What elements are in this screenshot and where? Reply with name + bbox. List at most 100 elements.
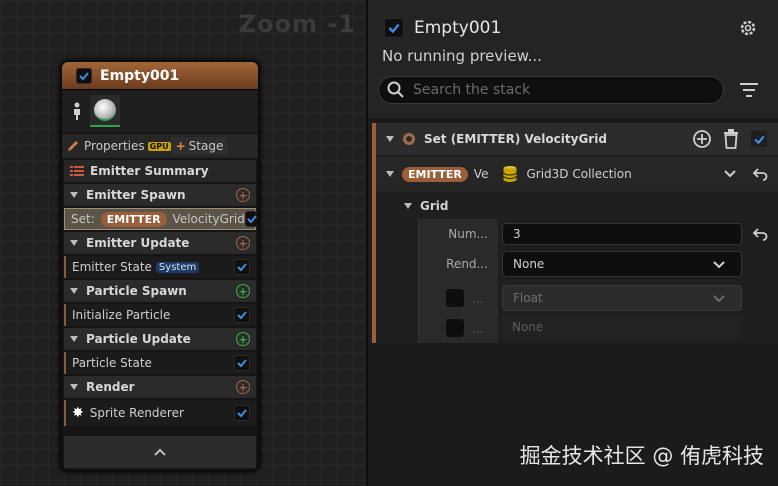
module-emitter-state[interactable]: Emitter State System — [64, 256, 256, 278]
module-sprite-renderer[interactable]: ✸ Sprite Renderer — [64, 400, 256, 426]
section-emitter-update[interactable]: Emitter Update + — [64, 232, 256, 254]
add-module-icon[interactable]: + — [236, 380, 250, 394]
collapse-arrow-icon[interactable] — [386, 136, 394, 142]
emitter-summary-row[interactable]: Emitter Summary — [64, 160, 256, 182]
collapse-arrow-icon[interactable] — [70, 240, 78, 246]
none-label: ... — [472, 322, 484, 336]
module-enabled-checkbox[interactable] — [750, 130, 768, 148]
emitter-enabled-checkbox[interactable] — [76, 67, 92, 84]
float-value: Float — [513, 291, 543, 305]
database-icon — [503, 166, 518, 182]
emitter-badge: EMITTER — [402, 166, 468, 182]
reset-arrow-icon[interactable] — [752, 227, 768, 241]
filter-icon[interactable] — [740, 82, 758, 98]
module-stack: Set (EMITTER) VelocityGrid EMITTER Ve Gr… — [370, 123, 778, 343]
grid-group-label: Grid — [420, 199, 449, 213]
stage-button[interactable]: + Stage — [170, 137, 229, 155]
panel-title-row: Empty001 — [384, 18, 501, 38]
gpu-badge: GPU — [147, 141, 171, 151]
section-particle-spawn[interactable]: Particle Spawn + — [64, 280, 256, 302]
none-swatch[interactable] — [446, 319, 464, 337]
stage-label: Stage — [188, 139, 224, 153]
chevron-down-icon — [713, 261, 725, 269]
module-header-row[interactable]: Set (EMITTER) VelocityGrid — [376, 123, 778, 155]
rend-label: Rend... — [446, 257, 488, 271]
module-particle-state[interactable]: Particle State — [64, 352, 256, 374]
module-label: Emitter State — [72, 260, 152, 274]
chevron-down-icon[interactable] — [724, 170, 736, 178]
float-swatch[interactable] — [446, 289, 464, 307]
emitter-node-title: Empty001 — [100, 67, 180, 84]
gear-icon[interactable] — [738, 18, 758, 38]
add-circle-icon[interactable] — [692, 129, 712, 149]
section-label: Emitter Update — [86, 236, 190, 250]
add-module-icon[interactable]: + — [236, 188, 250, 202]
module-enabled-checkbox[interactable] — [234, 355, 250, 371]
collapse-arrow-icon[interactable] — [70, 336, 78, 342]
num-cells-input[interactable]: 3 — [502, 223, 742, 245]
none-field[interactable]: None — [502, 315, 742, 339]
float-dropdown[interactable]: Float — [502, 285, 742, 311]
emitter-summary-label: Emitter Summary — [90, 164, 209, 178]
collapse-node-button[interactable] — [64, 436, 256, 468]
module-label: Sprite Renderer — [89, 406, 184, 420]
emitter-node[interactable]: Empty001 Properties GPU + Stage Emitter … — [60, 60, 260, 472]
emitter-badge: EMITTER — [100, 211, 167, 227]
list-icon — [70, 166, 84, 176]
section-label: Render — [86, 380, 135, 394]
collapse-arrow-icon[interactable] — [70, 288, 78, 294]
person-icon[interactable] — [70, 101, 84, 121]
properties-label: Properties — [84, 139, 145, 153]
module-ring-icon — [403, 133, 415, 145]
section-label: Particle Update — [86, 332, 191, 346]
sprite-burst-icon: ✸ — [72, 405, 84, 421]
rend-value: None — [513, 257, 545, 271]
search-stack-input[interactable]: Search the stack — [378, 76, 724, 104]
module-set-velocitygrid[interactable]: Set: EMITTER VelocityGrid — [64, 208, 258, 230]
pencil-icon — [68, 141, 78, 151]
num-row-label: Num... — [418, 221, 496, 247]
module-enabled-checkbox[interactable] — [234, 307, 250, 323]
parameter-row[interactable]: EMITTER Ve Grid3D Collection — [376, 157, 778, 191]
module-enabled-checkbox[interactable] — [234, 405, 250, 421]
panel-header: Empty001 No running preview... Search th… — [368, 0, 778, 118]
panel-title: Empty001 — [414, 18, 502, 38]
section-emitter-spawn[interactable]: Emitter Spawn + — [64, 184, 256, 206]
system-overview-graph[interactable]: Zoom -1 Empty001 Properties GPU + Stage … — [0, 0, 366, 486]
grid-group-row[interactable]: Grid — [376, 193, 778, 219]
watermark: 掘金技术社区 @ 侑虎科技 — [519, 444, 764, 468]
section-particle-update[interactable]: Particle Update + — [64, 328, 256, 350]
collapse-arrow-icon[interactable] — [404, 203, 412, 209]
reset-arrow-icon[interactable] — [752, 167, 768, 181]
plus-icon: + — [175, 139, 186, 153]
properties-row[interactable]: Properties GPU + Stage — [62, 134, 258, 158]
rend-row-label: Rend... — [418, 251, 496, 277]
render-dropdown[interactable]: None — [502, 251, 742, 277]
module-enabled-checkbox[interactable] — [234, 259, 250, 275]
emitter-node-header[interactable]: Empty001 — [62, 62, 258, 90]
add-module-icon[interactable]: + — [236, 236, 250, 250]
num-value: 3 — [513, 227, 521, 241]
emitter-enabled-checkbox[interactable] — [384, 18, 404, 38]
set-prefix: Set: — [71, 212, 95, 226]
emitter-thumbnail[interactable] — [90, 95, 120, 127]
trash-icon[interactable] — [722, 129, 740, 149]
collapse-arrow-icon[interactable] — [386, 171, 394, 177]
float-label: ... — [472, 292, 484, 306]
add-module-icon[interactable]: + — [236, 332, 250, 346]
module-enabled-checkbox[interactable] — [244, 211, 258, 227]
selection-panel: Empty001 No running preview... Search th… — [366, 0, 778, 486]
add-module-icon[interactable]: + — [236, 284, 250, 298]
niagara-editor: Zoom -1 Empty001 Properties GPU + Stage … — [0, 0, 778, 486]
none-value: None — [512, 320, 544, 334]
module-initialize-particle[interactable]: Initialize Particle — [64, 304, 256, 326]
sphere-icon — [94, 99, 116, 121]
section-label: Emitter Spawn — [86, 188, 186, 202]
parameter-type: Grid3D Collection — [526, 167, 632, 181]
collapse-arrow-icon[interactable] — [70, 192, 78, 198]
chevron-up-icon — [154, 448, 166, 456]
section-label: Particle Spawn — [86, 284, 187, 298]
stage-color-bar — [372, 123, 376, 343]
collapse-arrow-icon[interactable] — [70, 384, 78, 390]
section-render[interactable]: Render + — [64, 376, 256, 398]
